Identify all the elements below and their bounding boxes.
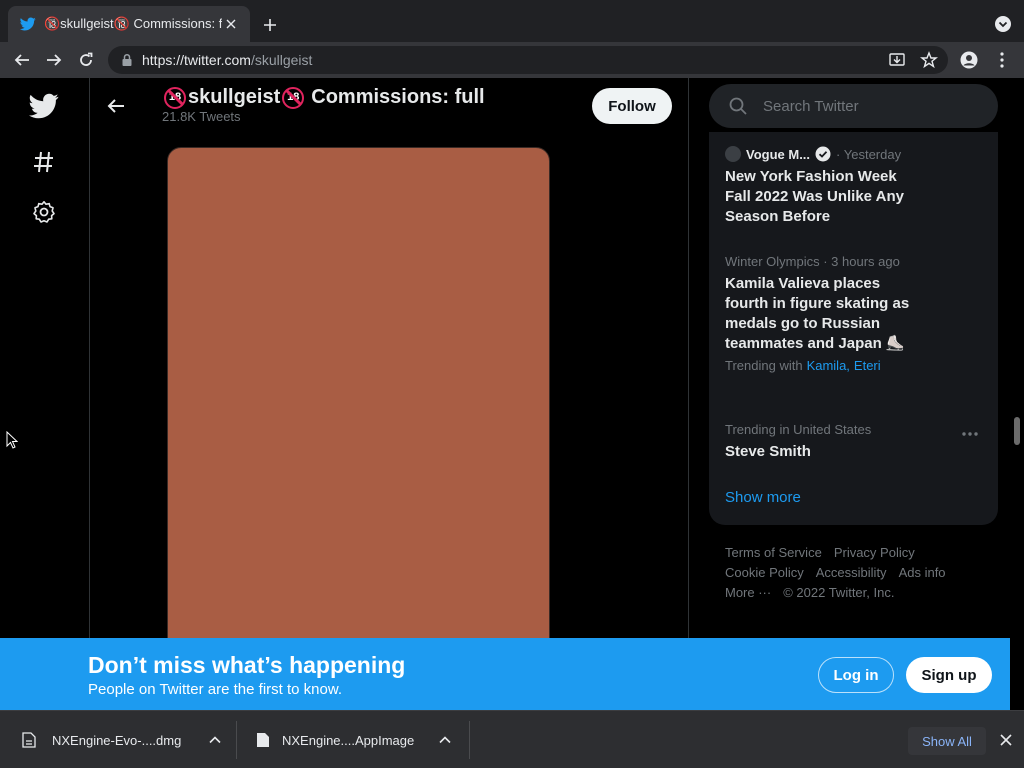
trend-meta: Vogue M... · Yesterday — [725, 146, 985, 162]
twitter-favicon-icon — [20, 17, 36, 31]
chevron-up-icon[interactable] — [438, 733, 452, 747]
file-icon — [257, 733, 269, 747]
gear-icon[interactable] — [28, 196, 60, 228]
age-restricted-icon: 18 — [164, 86, 186, 109]
trend-headline: New York Fashion Week Fall 2022 Was Unli… — [725, 168, 904, 225]
browser-tab[interactable]: 🔞skullgeist🔞 Commissions: f — [8, 6, 250, 42]
banner-title: Don’t miss what’s happening — [88, 652, 406, 678]
url-text[interactable]: https://twitter.com/skullgeist — [142, 52, 312, 68]
profile-name: 18 skullgeist 18 Commissions: full — [162, 86, 485, 109]
trend-headline: Steve Smith — [725, 443, 811, 460]
install-icon[interactable] — [888, 51, 906, 69]
show-all-button[interactable]: Show All — [908, 727, 986, 755]
trend-item[interactable]: Trending in United States Steve Smith — [725, 422, 985, 462]
url-path: /skullgeist — [250, 52, 313, 68]
signup-button[interactable]: Sign up — [906, 657, 992, 693]
page-scrollbar[interactable] — [1010, 78, 1024, 638]
footer-link[interactable]: Ads info — [899, 565, 946, 580]
divider — [469, 721, 470, 759]
age-restricted-icon: 18 — [282, 86, 305, 109]
signup-banner: Don’t miss what’s happening People on Tw… — [0, 638, 1010, 710]
tab-search-icon[interactable] — [994, 15, 1012, 33]
tab-strip: 🔞skullgeist🔞 Commissions: f — [0, 0, 1024, 42]
trend-time: · Yesterday — [836, 146, 902, 162]
banner-subtitle: People on Twitter are the first to know. — [88, 681, 343, 698]
verified-icon — [815, 146, 831, 162]
footer-links: Terms of Service Privacy Policy Cookie Po… — [725, 543, 995, 603]
twitter-page: 18 skullgeist 18 Commissions: full 21.8K Tw… — [0, 78, 1010, 638]
source-avatar — [725, 146, 741, 162]
trending-with-link[interactable]: Kamila, — [807, 358, 850, 373]
back-arrow-icon[interactable] — [104, 94, 128, 118]
footer-link[interactable]: More ··· — [725, 585, 771, 600]
file-icon — [22, 732, 36, 748]
new-tab-icon[interactable] — [258, 13, 282, 37]
trending-with-link[interactable]: Eteri — [854, 358, 881, 373]
trend-source: Vogue M... — [746, 146, 811, 162]
trends-panel: Vogue M... · Yesterday New York Fashion … — [709, 132, 998, 525]
reload-icon[interactable] — [74, 48, 98, 72]
follow-button[interactable]: Follow — [592, 88, 672, 124]
footer-link[interactable]: Cookie Policy — [725, 565, 804, 580]
profile-handle: skullgeist — [188, 86, 281, 108]
search-icon — [729, 97, 747, 115]
copyright: © 2022 Twitter, Inc. — [783, 585, 895, 600]
star-icon[interactable] — [920, 51, 938, 69]
tweets-count: 21.8K Tweets — [162, 109, 241, 124]
lock-icon[interactable] — [120, 53, 134, 67]
trend-headline: Kamila Valieva places fourth in figure s… — [725, 275, 910, 352]
download-shelf: NXEngine-Evo-....dmg NXEngine....AppImag… — [0, 710, 1024, 768]
left-nav — [0, 78, 90, 638]
hashtag-icon[interactable] — [28, 146, 60, 178]
tab-close-icon[interactable] — [222, 15, 240, 33]
profile-name-suffix: Commissions: full — [311, 86, 485, 108]
trend-meta: Trending in United States — [725, 422, 872, 437]
chevron-up-icon[interactable] — [208, 733, 222, 747]
kebab-icon[interactable] — [995, 51, 1009, 69]
forward-icon[interactable] — [42, 48, 66, 72]
tab-title: 🔞skullgeist🔞 Commissions: f — [44, 16, 222, 31]
trending-with: Trending with Kamila, Eteri — [725, 358, 985, 373]
address-bar[interactable]: https://twitter.com/skullgeist — [108, 46, 948, 74]
download-filename: NXEngine....AppImage — [282, 732, 415, 748]
divider — [236, 721, 237, 759]
close-icon[interactable] — [998, 732, 1014, 748]
download-item[interactable]: NXEngine....AppImage — [256, 711, 452, 768]
more-icon[interactable] — [960, 424, 980, 444]
show-more-link[interactable]: Show more — [725, 489, 801, 506]
trending-with-label: Trending with — [725, 358, 803, 373]
profile-column: 18 skullgeist 18 Commissions: full 21.8K Tw… — [90, 78, 689, 638]
footer-link[interactable]: Accessibility — [816, 565, 887, 580]
account-icon[interactable] — [960, 51, 978, 69]
trend-meta: Winter Olympics · 3 hours ago — [725, 254, 900, 269]
search-input[interactable] — [763, 84, 983, 128]
url-domain: https://twitter.com — [142, 52, 251, 68]
scroll-thumb[interactable] — [1014, 417, 1020, 445]
profile-media-image[interactable] — [167, 147, 550, 638]
download-item[interactable]: NXEngine-Evo-....dmg — [22, 711, 222, 768]
trend-item[interactable]: Winter Olympics · 3 hours ago Kamila Val… — [725, 254, 985, 373]
download-filename: NXEngine-Evo-....dmg — [52, 732, 182, 748]
twitter-bird-icon[interactable] — [28, 90, 60, 122]
browser-toolbar: https://twitter.com/skullgeist — [0, 42, 1024, 78]
trend-item[interactable]: Vogue M... · Yesterday New York Fashion … — [725, 146, 985, 227]
footer-link[interactable]: Privacy Policy — [834, 545, 915, 560]
right-sidebar: Vogue M... · Yesterday New York Fashion … — [689, 78, 1010, 638]
back-icon[interactable] — [10, 48, 34, 72]
footer-link[interactable]: Terms of Service — [725, 545, 822, 560]
search-box[interactable] — [709, 84, 998, 128]
login-button[interactable]: Log in — [818, 657, 894, 693]
mouse-cursor-icon — [6, 431, 18, 449]
